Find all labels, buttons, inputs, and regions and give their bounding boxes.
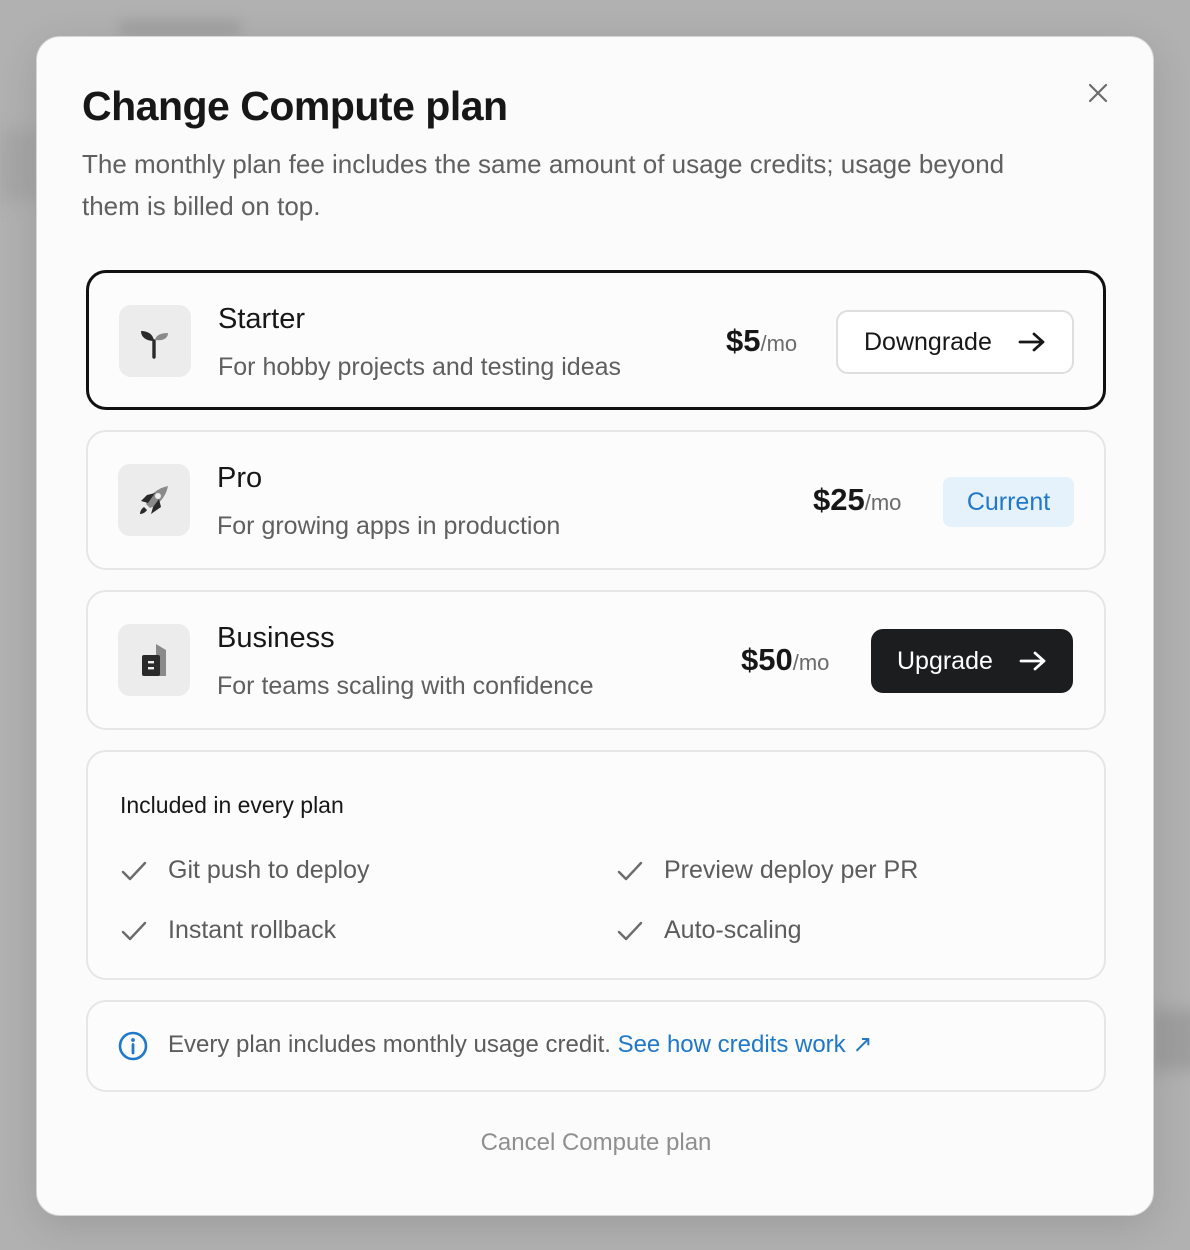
background-blur — [0, 130, 40, 200]
button-label: Upgrade — [897, 646, 993, 675]
plan-price: $25 /mo — [813, 482, 901, 518]
price-unit: /mo — [864, 490, 902, 515]
plan-icon-tile — [118, 624, 190, 696]
price-amount: $5 — [726, 323, 761, 358]
dialog-subtitle: The monthly plan fee includes the same a… — [82, 149, 1005, 221]
plan-price: $5 /mo — [726, 323, 797, 359]
feature-item: Git push to deploy — [120, 856, 370, 885]
plan-price: $50 /mo — [741, 642, 829, 678]
price-unit: /mo — [792, 650, 830, 675]
plan-description: For teams scaling with confidence — [217, 672, 594, 700]
credits-help-link[interactable]: See how credits work ↗ — [618, 1031, 873, 1058]
dialog-title: Change Compute plan — [82, 83, 508, 129]
feature-item: Auto-scaling — [616, 916, 802, 945]
close-button[interactable] — [1083, 78, 1113, 108]
building-icon — [142, 644, 166, 676]
feature-item: Instant rollback — [120, 916, 336, 945]
feature-label: Auto-scaling — [664, 916, 802, 944]
check-icon — [120, 917, 148, 945]
cancel-plan-link[interactable]: Cancel Compute plan — [37, 1129, 1155, 1157]
price-unit: /mo — [760, 331, 798, 356]
info-text-line: Every plan includes monthly usage credit… — [168, 1030, 872, 1059]
info-icon — [118, 1031, 148, 1061]
button-label: Downgrade — [864, 327, 992, 356]
plan-name: Business — [217, 622, 335, 654]
plan-name: Starter — [218, 303, 306, 335]
plan-name: Pro — [217, 462, 263, 494]
sprout-icon — [141, 331, 168, 359]
current-plan-badge: Current — [943, 477, 1074, 527]
feature-label: Instant rollback — [168, 916, 337, 944]
check-icon — [616, 857, 644, 885]
background-blur — [120, 20, 240, 36]
included-title: Included in every plan — [120, 792, 344, 818]
plan-description: For growing apps in production — [217, 512, 561, 540]
price-amount: $25 — [813, 482, 865, 517]
rocket-icon — [140, 486, 168, 514]
downgrade-button[interactable]: Downgrade — [836, 310, 1074, 374]
plan-icon-tile — [119, 305, 191, 377]
plan-description: For hobby projects and testing ideas — [218, 353, 622, 381]
feature-label: Preview deploy per PR — [664, 856, 919, 884]
included-features-panel: Included in every plan Git push to deplo… — [86, 750, 1106, 980]
price-amount: $50 — [741, 642, 793, 677]
credits-info-banner: Every plan includes monthly usage credit… — [86, 1000, 1106, 1092]
feature-label: Git push to deploy — [168, 856, 370, 884]
check-icon — [120, 857, 148, 885]
change-plan-dialog: Change Compute plan The monthly plan fee… — [36, 36, 1154, 1216]
plan-card-starter[interactable]: Starter For hobby projects and testing i… — [86, 270, 1106, 410]
arrow-right-icon — [1018, 332, 1045, 352]
arrow-right-icon — [1019, 651, 1046, 671]
plan-icon-tile — [118, 464, 190, 536]
feature-item: Preview deploy per PR — [616, 856, 918, 885]
background-blur — [1150, 1010, 1190, 1070]
check-icon — [616, 917, 644, 945]
plan-card-pro[interactable]: Pro For growing apps in production $25 /… — [86, 430, 1106, 570]
upgrade-button[interactable]: Upgrade — [871, 629, 1073, 693]
info-text: Every plan includes monthly usage credit… — [168, 1031, 611, 1058]
plan-card-business[interactable]: Business For teams scaling with confiden… — [86, 590, 1106, 730]
close-icon — [1088, 83, 1108, 103]
